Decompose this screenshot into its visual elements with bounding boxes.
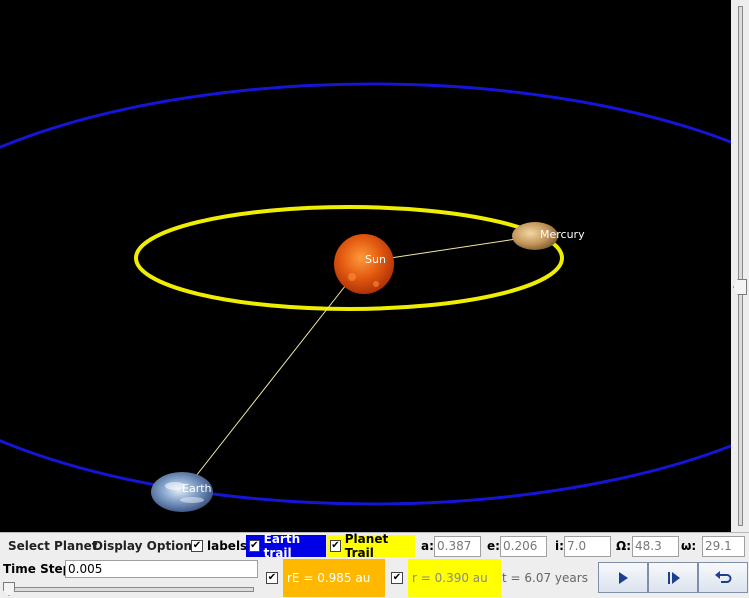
earth-trail-checkbox[interactable]: ✔ bbox=[249, 540, 260, 552]
play-icon bbox=[619, 571, 628, 584]
time-readout: t = 6.07 years bbox=[502, 571, 588, 585]
slider-track bbox=[738, 6, 743, 526]
earth-distance-checkbox[interactable]: ✔ bbox=[266, 572, 278, 584]
labels-label: labels bbox=[207, 539, 248, 553]
inclination-field[interactable]: 7.0 bbox=[564, 536, 611, 557]
orbit-scene: Sun Mercury Earth bbox=[0, 82, 731, 512]
control-bar: Time Step: 0.005 ✔ rE = 0.985 au ✔ r = 0… bbox=[0, 558, 749, 598]
planet-distance-panel: ✔ r = 0.390 au bbox=[386, 559, 501, 597]
ascending-node-label: Ω: bbox=[616, 539, 631, 553]
earth-trail-label: Earth trail bbox=[263, 532, 301, 560]
eccentricity-label: e: bbox=[487, 539, 500, 553]
mercury-label: Mercury bbox=[540, 228, 585, 241]
display-options-menu[interactable]: Display Options bbox=[93, 539, 199, 553]
step-button[interactable] bbox=[648, 562, 698, 593]
earth-trail-toggle[interactable]: ✔ Earth trail bbox=[246, 532, 326, 560]
labels-toggle[interactable]: ✔ labels bbox=[188, 535, 250, 557]
reset-button[interactable] bbox=[698, 562, 748, 593]
labels-checkbox[interactable]: ✔ bbox=[191, 540, 203, 552]
sun-spot bbox=[373, 281, 379, 287]
sun-spot bbox=[348, 273, 356, 281]
time-step-field[interactable]: 0.005 bbox=[65, 560, 258, 578]
inclination-label: i: bbox=[555, 539, 564, 553]
slider-thumb[interactable] bbox=[3, 582, 15, 596]
sun-label: Sun bbox=[365, 253, 386, 266]
slider-track bbox=[7, 587, 254, 592]
step-forward-icon bbox=[668, 571, 680, 584]
planet-distance-checkbox[interactable]: ✔ bbox=[391, 572, 403, 584]
planet-trail-label: Planet Trail bbox=[344, 532, 389, 560]
semi-major-axis-label: a: bbox=[421, 539, 434, 553]
view-angle-slider[interactable] bbox=[731, 0, 749, 532]
planet-distance-readout: r = 0.390 au bbox=[412, 571, 488, 585]
earth-distance-readout: rE = 0.985 au bbox=[287, 571, 371, 585]
options-toolbar: Select Planet Display Options ✔ labels ✔… bbox=[0, 532, 749, 560]
perihelion-argument-label: ω: bbox=[681, 539, 697, 553]
semi-major-axis-field[interactable]: 0.387 bbox=[434, 536, 481, 557]
planet-trail-toggle[interactable]: ✔ Planet Trail bbox=[327, 532, 415, 560]
time-step-slider[interactable] bbox=[3, 582, 258, 596]
planet-trail-checkbox[interactable]: ✔ bbox=[330, 540, 341, 552]
perihelion-argument-field[interactable]: 29.1 bbox=[702, 536, 745, 557]
solar-system-view[interactable]: Sun Mercury Earth bbox=[0, 0, 731, 532]
earth-orbit bbox=[0, 82, 731, 506]
play-button[interactable] bbox=[598, 562, 648, 593]
slider-thumb[interactable] bbox=[733, 279, 747, 295]
earth-distance-toggle[interactable]: ✔ bbox=[261, 559, 283, 597]
ascending-node-field[interactable]: 48.3 bbox=[632, 536, 679, 557]
select-planet-menu[interactable]: Select Planet bbox=[8, 539, 97, 553]
eccentricity-field[interactable]: 0.206 bbox=[500, 536, 547, 557]
earth-cloud bbox=[180, 497, 204, 503]
earth-label: Earth bbox=[182, 482, 212, 495]
planet-distance-toggle[interactable]: ✔ bbox=[386, 559, 408, 597]
earth-distance-panel: ✔ rE = 0.985 au bbox=[261, 559, 385, 597]
reset-icon bbox=[715, 570, 732, 583]
